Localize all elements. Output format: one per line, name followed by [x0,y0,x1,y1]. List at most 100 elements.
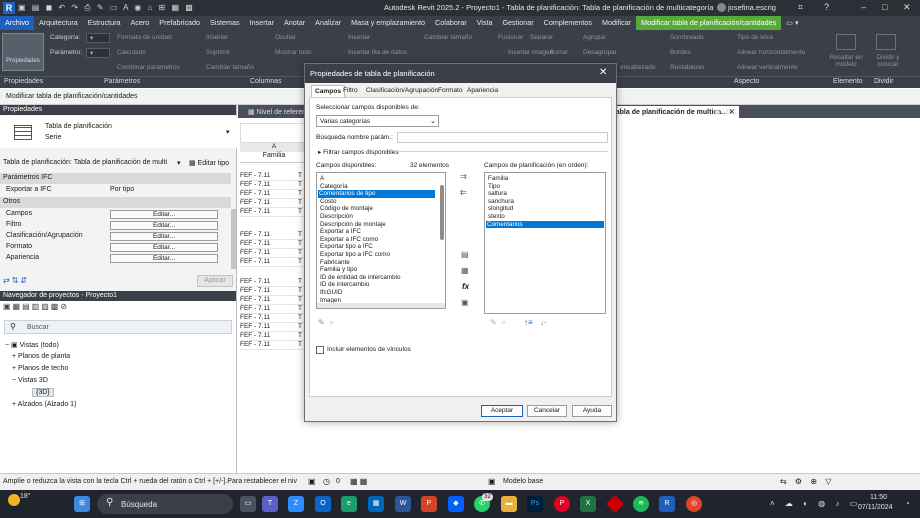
filter-tool-icons[interactable]: ⇄⇅⇵ [3,276,29,285]
table-row[interactable]: FEF - 7.11 T [240,323,308,332]
formato-unidad-button[interactable]: Formato de unidad [117,34,172,41]
scheduled-field-item[interactable]: Tipo [487,183,500,191]
formato-edit-button[interactable]: Editar... [110,243,218,252]
combinar-parametros-button[interactable]: Combinar parámetros [117,64,180,71]
available-field-item[interactable]: Descripción [319,213,353,221]
edit-param-icon[interactable]: ✎ [318,318,325,328]
search-param-input[interactable] [397,132,608,143]
tree-planos-planta[interactable]: + Planos de planta [12,353,70,360]
scheduled-field-item[interactable]: saltura [487,190,507,198]
table-row[interactable]: FEF - 7.11 T [240,287,308,296]
tab-apariencia[interactable]: Apariencia [464,85,501,97]
tree-vistas-3d[interactable]: − Vistas 3D [12,377,48,384]
table-row[interactable]: FEF - 7.11 T [240,199,308,208]
clock-time[interactable]: 11:50 [870,494,887,501]
available-field-item[interactable]: Descripción de montaje [319,221,386,229]
scheduled-field-item[interactable]: stexto [487,213,505,221]
available-field-item[interactable]: Exportar a IFC como [319,236,378,244]
categoria-select[interactable]: ▾ [86,33,110,43]
fusionar-button[interactable]: Fusionar [498,34,523,41]
available-field-item[interactable]: Exportar tipo a IFC [319,243,373,251]
tab-3d[interactable]: ▣ {3D} [710,106,740,118]
red-app-icon[interactable] [605,494,625,514]
minimize-icon[interactable]: – [861,2,866,12]
status-icons[interactable]: ▦ ▦ [350,477,367,486]
available-field-item[interactable]: Categoría [319,183,348,191]
notification-icon[interactable]: ◔ [905,499,910,508]
help-button[interactable]: Ayuda [572,405,612,417]
available-field-item[interactable]: Costo [319,198,336,206]
separar-button[interactable]: Separar [530,34,553,41]
table-row[interactable]: FEF - 7.11 T [240,172,308,181]
instance-chevron-icon[interactable]: ▾ [177,159,181,167]
fx-icon[interactable]: fx [462,282,469,292]
category-select[interactable]: Varias categorías ⌄ [316,115,439,127]
available-field-item[interactable]: Familia y tipo [319,266,357,274]
menu-view-toggle[interactable]: ▭ ▾ [781,16,803,30]
scheduled-field-item[interactable]: Comentarios [486,220,604,229]
explorer-icon[interactable]: ▬ [501,496,517,512]
status-filter-icons[interactable]: ⇆ ⚙ ⊕ ▽ [780,477,834,486]
tree-alzados[interactable]: + Alzados (Alzado 1) [12,401,76,408]
available-hscroll[interactable] [317,303,445,308]
table-row[interactable]: FEF - 7.11 T [240,181,308,190]
weather-icon[interactable] [8,494,20,506]
properties-scrollbar[interactable] [231,209,236,269]
tab-filtro[interactable]: Filtro [340,85,361,97]
menu-gestionar[interactable]: Gestionar [497,16,538,30]
menu-masa[interactable]: Masa y emplazamiento [346,16,430,30]
instance-selector[interactable]: Tabla de planificación: Tabla de planifi… [3,159,167,166]
tree-vistas-todo[interactable]: − ▣ Vistas (todo) [5,341,59,349]
add-calculated-icon[interactable]: ▦ [461,266,469,276]
menu-sistemas[interactable]: Sistemas [205,16,245,30]
menu-modificar[interactable]: Modificar [597,16,636,30]
apariencia-edit-button[interactable]: Editar... [110,254,218,263]
bordes-button[interactable]: Bordes [670,49,691,56]
cart-icon[interactable]: ⌗ [798,2,803,13]
chrome-icon[interactable]: ◎ [686,496,702,512]
sombreado-button[interactable]: Sombreado [670,34,704,41]
dividir-button[interactable]: Dividir y colocar [870,54,906,68]
edit-scheduled-icon[interactable]: ✎ [490,318,497,328]
resaltar-button[interactable]: Resaltar en modelo [826,54,866,68]
available-field-item[interactable]: IfcGUID [319,289,342,297]
properties-button[interactable]: Propiedades [2,33,44,71]
menu-archivo[interactable]: Archivo [0,16,34,30]
user-icon[interactable] [717,3,726,12]
menu-prefabricado[interactable]: Prefabricado [154,16,205,30]
insertar-imagen-button[interactable]: Insertar imagen [508,49,553,56]
menu-acero[interactable]: Acero [126,16,155,30]
column-header-familia[interactable]: Familia [240,152,308,163]
close-icon[interactable]: ✕ [903,2,911,13]
ifc-section-header[interactable]: Parámetros IFC [0,173,231,184]
teams-icon[interactable]: T [262,496,278,512]
alinear-vertical-button[interactable]: Alinear verticalmente [737,64,798,71]
ok-button[interactable]: Aceptar [481,405,523,417]
delete-scheduled-icon[interactable]: ▫ [502,318,505,328]
table-row[interactable]: FEF - 7.11 T [240,341,308,350]
menu-modificar-tabla[interactable]: Modificar tabla de planificación/cantida… [636,16,782,30]
status-model[interactable]: Modelo base [503,478,543,485]
excel-icon[interactable]: X [580,496,596,512]
store-icon[interactable]: ▦ [368,496,384,512]
browser-toolbar-icons[interactable]: ▣▦▤▥▧▩⊘ [3,302,69,311]
menu-analizar[interactable]: Analizar [310,16,346,30]
restablecer-button[interactable]: Restablecer [670,64,705,71]
alinear-horizontal-button[interactable]: Alinear horizontalmente [737,49,805,56]
tab-clasificacion[interactable]: Clasificación/Agrupación [363,85,441,97]
table-row[interactable]: FEF - 7.11 T [240,314,308,323]
available-field-item[interactable]: Exportar a IFC [319,228,361,236]
revit-logo[interactable]: R [3,2,15,14]
borrar-button[interactable]: Borrar [550,49,568,56]
available-field-item[interactable]: ID de entidad de intercambio [319,274,401,282]
desagrupar-button[interactable]: Desagrupar [583,49,617,56]
edit-type-button[interactable]: ▦ Editar tipo [189,159,229,167]
dialog-close-icon[interactable]: ✕ [599,67,607,79]
clasificacion-edit-button[interactable]: Editar... [110,232,218,241]
clock-date[interactable]: 07/11/2024 [858,504,893,511]
windows-start-icon[interactable]: ⊞ [74,496,90,512]
menu-insertar[interactable]: Insertar [245,16,279,30]
edge-icon[interactable]: e [341,496,357,512]
new-parameter-icon[interactable]: ▤ [461,250,469,260]
quick-access-toolbar[interactable]: ▣ ▤ ◼ ↶ ↷ ⎙ ✎ ▭ A ◉ ⌂ ⊞ ▦ ▩ [18,3,195,13]
